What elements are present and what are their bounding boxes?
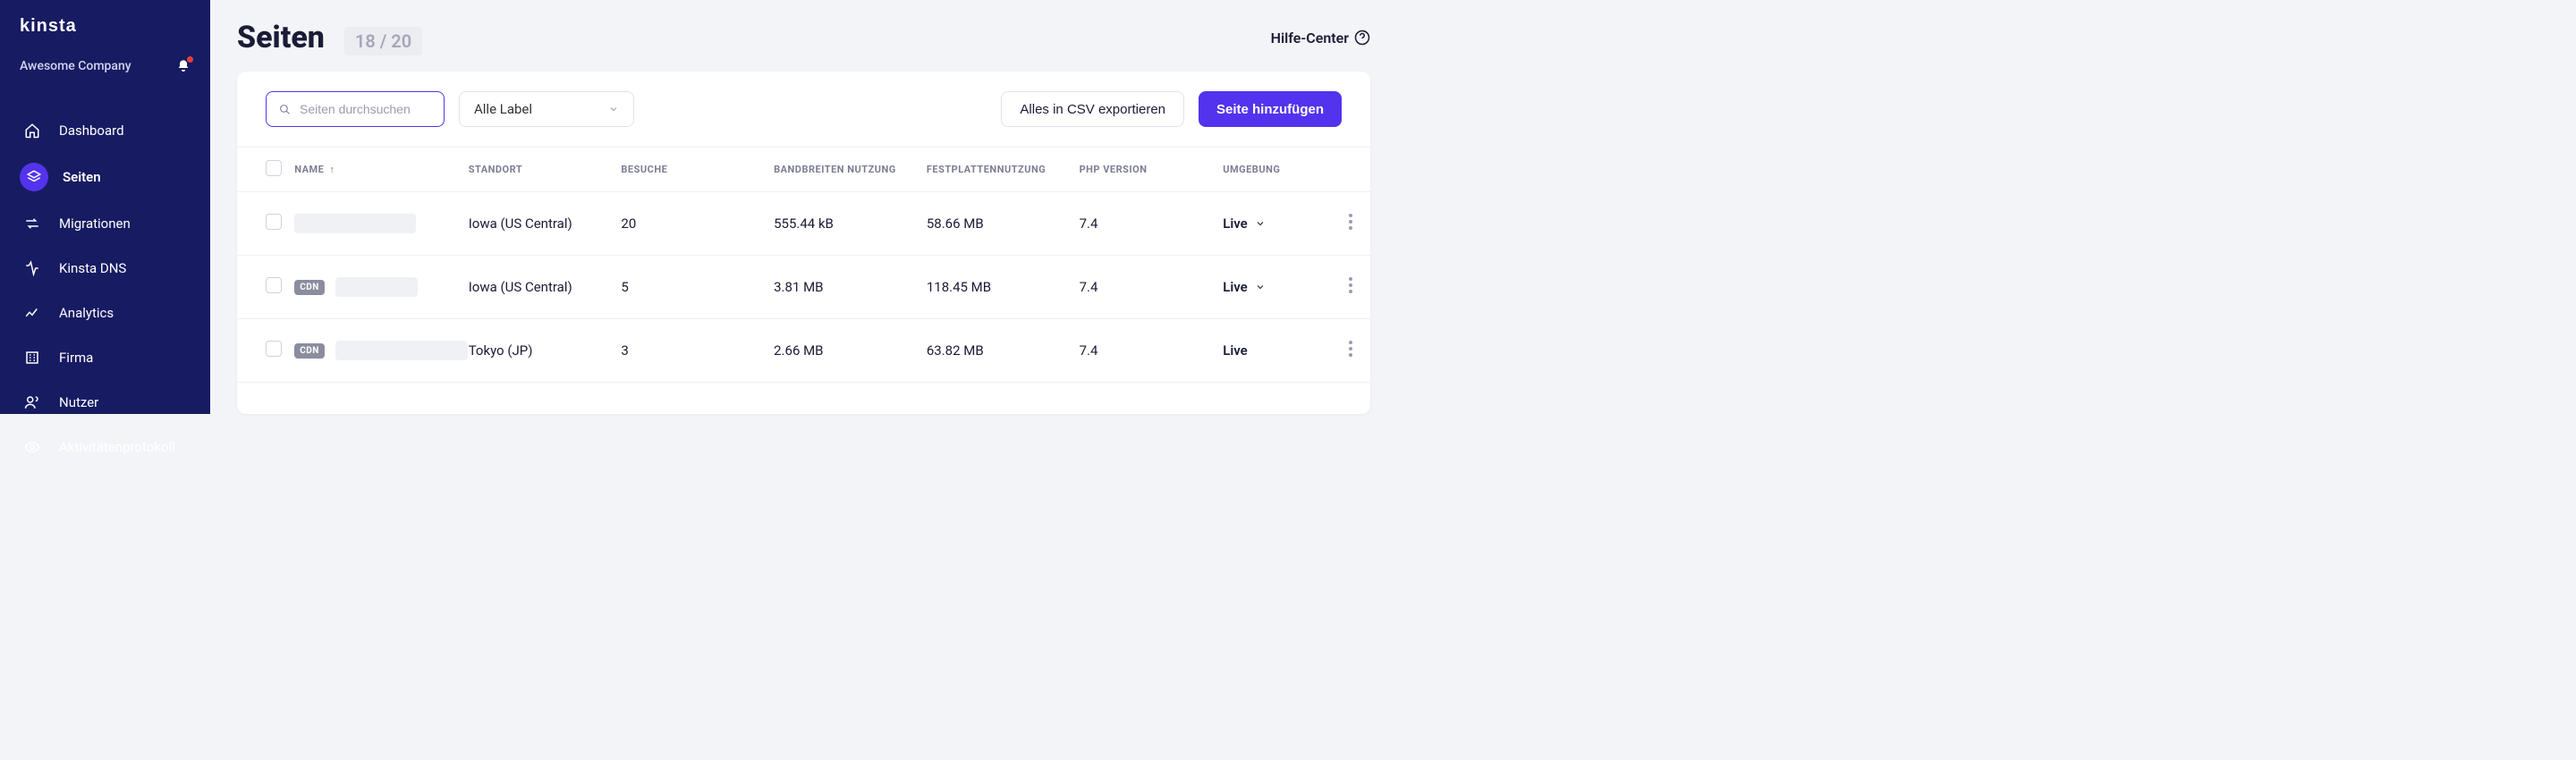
sidebar-item-analytics[interactable]: Analytics [0, 291, 210, 334]
site-name-redacted [335, 341, 468, 360]
cell-bandwidth: 2.66 MB [774, 319, 927, 383]
sidebar-item-label: Analytics [59, 305, 114, 321]
cell-php: 7.4 [1080, 319, 1224, 383]
svg-text:kinsta: kinsta [20, 16, 77, 36]
environment-label: Live [1223, 342, 1248, 359]
cdn-badge: CDN [294, 343, 325, 359]
chevron-down-icon [608, 104, 619, 114]
sidebar-item-users[interactable]: Nutzer [0, 381, 210, 424]
help-center-label: Hilfe-Center [1271, 30, 1349, 46]
layers-icon [26, 169, 42, 185]
row-actions-button[interactable] [1349, 214, 1352, 230]
migration-icon [24, 215, 40, 232]
column-header-env[interactable]: UMGEBUNG [1223, 148, 1331, 192]
sidebar-item-label: Aktivitätenprotokoll [59, 439, 175, 455]
row-actions-button[interactable] [1349, 341, 1352, 357]
eye-icon [24, 439, 40, 455]
page-title: Seiten [237, 20, 325, 55]
table-row[interactable]: CDN Tokyo (JP)32.66 MB63.82 MB7.4Live [237, 319, 1370, 383]
site-count-badge: 18 / 20 [344, 27, 422, 55]
row-checkbox[interactable] [266, 277, 282, 293]
column-header-location[interactable]: STANDORT [469, 148, 622, 192]
cell-php: 7.4 [1080, 192, 1224, 256]
table-header-row: NAME↑ STANDORT BESUCHE BANDBREITEN NUTZU… [237, 148, 1370, 192]
search-icon [279, 104, 291, 115]
cell-disk: 58.66 MB [927, 192, 1080, 256]
building-icon [24, 350, 40, 366]
column-header-name[interactable]: NAME↑ [294, 148, 468, 192]
cell-visits: 5 [621, 256, 774, 319]
cell-disk: 63.82 MB [927, 319, 1080, 383]
more-vertical-icon [1349, 341, 1352, 357]
column-header-visits[interactable]: BESUCHE [621, 148, 774, 192]
cell-bandwidth: 555.44 kB [774, 192, 927, 256]
toolbar: Alle Label Alles in CSV exportieren Seit… [237, 72, 1370, 147]
help-center-link[interactable]: Hilfe-Center [1271, 30, 1370, 46]
sidebar-nav: Dashboard Seiten Migrationen Kinsta DNS … [0, 109, 210, 469]
users-icon [24, 394, 40, 410]
home-icon [24, 122, 40, 139]
sidebar-item-label: Migrationen [59, 215, 131, 232]
notifications-button[interactable] [176, 59, 191, 73]
column-header-disk[interactable]: FESTPLATTENNUTZUNG [927, 148, 1080, 192]
environment-label: Live [1223, 215, 1248, 232]
sidebar-item-dns[interactable]: Kinsta DNS [0, 247, 210, 290]
chevron-down-icon [1255, 282, 1266, 292]
site-name-redacted [294, 214, 416, 233]
main-content: Seiten 18 / 20 Hilfe-Center Alle Label [210, 0, 1395, 414]
company-name[interactable]: Awesome Company [20, 59, 131, 73]
table-row[interactable]: Iowa (US Central)20555.44 kB58.66 MB7.4L… [237, 192, 1370, 256]
sites-table: NAME↑ STANDORT BESUCHE BANDBREITEN NUTZU… [237, 147, 1370, 383]
dns-icon [24, 260, 40, 276]
row-checkbox[interactable] [266, 341, 282, 357]
row-actions-button[interactable] [1349, 277, 1352, 293]
label-filter-value: Alle Label [474, 101, 532, 117]
environment-label: Live [1223, 279, 1248, 295]
more-vertical-icon [1349, 214, 1352, 230]
select-all-checkbox[interactable] [266, 160, 282, 176]
notification-badge [187, 56, 193, 63]
search-box[interactable] [266, 91, 445, 127]
export-csv-button[interactable]: Alles in CSV exportieren [1001, 91, 1184, 127]
sidebar-item-migrations[interactable]: Migrationen [0, 202, 210, 245]
sidebar-item-activity[interactable]: Aktivitätenprotokoll [0, 426, 210, 469]
sidebar: kinsta Awesome Company Dashboard Seiten [0, 0, 210, 414]
cell-visits: 20 [621, 192, 774, 256]
kinsta-logo-icon: kinsta [20, 16, 93, 36]
column-header-bandwidth[interactable]: BANDBREITEN NUTZUNG [774, 148, 927, 192]
cdn-badge: CDN [294, 280, 325, 295]
column-header-php[interactable]: PHP VERSION [1080, 148, 1224, 192]
sidebar-item-label: Seiten [63, 169, 101, 185]
cell-location: Iowa (US Central) [469, 192, 622, 256]
search-input[interactable] [300, 102, 431, 116]
sidebar-item-label: Nutzer [59, 394, 98, 410]
help-icon [1354, 30, 1370, 46]
sidebar-item-dashboard[interactable]: Dashboard [0, 109, 210, 152]
table-row[interactable]: CDN Iowa (US Central)53.81 MB118.45 MB7.4… [237, 256, 1370, 319]
sort-ascending-icon: ↑ [329, 164, 335, 175]
environment-selector[interactable]: Live [1223, 215, 1331, 232]
cell-location: Iowa (US Central) [469, 256, 622, 319]
environment-selector[interactable]: Live [1223, 279, 1331, 295]
cell-location: Tokyo (JP) [469, 319, 622, 383]
sidebar-item-label: Firma [59, 350, 93, 366]
row-checkbox[interactable] [266, 214, 282, 230]
sidebar-item-label: Dashboard [59, 122, 124, 139]
site-name-redacted [335, 277, 418, 297]
more-vertical-icon [1349, 277, 1352, 293]
environment-selector: Live [1223, 342, 1331, 359]
sidebar-item-label: Kinsta DNS [59, 260, 126, 276]
cell-php: 7.4 [1080, 256, 1224, 319]
cell-disk: 118.45 MB [927, 256, 1080, 319]
analytics-icon [24, 305, 40, 321]
chevron-down-icon [1255, 218, 1266, 229]
sites-card: Alle Label Alles in CSV exportieren Seit… [237, 72, 1370, 414]
cell-bandwidth: 3.81 MB [774, 256, 927, 319]
add-site-button[interactable]: Seite hinzufügen [1199, 91, 1342, 127]
label-filter-select[interactable]: Alle Label [459, 91, 634, 127]
sidebar-item-sites[interactable]: Seiten [0, 154, 210, 200]
brand-logo[interactable]: kinsta [20, 16, 191, 41]
sidebar-item-company[interactable]: Firma [0, 336, 210, 379]
cell-visits: 3 [621, 319, 774, 383]
